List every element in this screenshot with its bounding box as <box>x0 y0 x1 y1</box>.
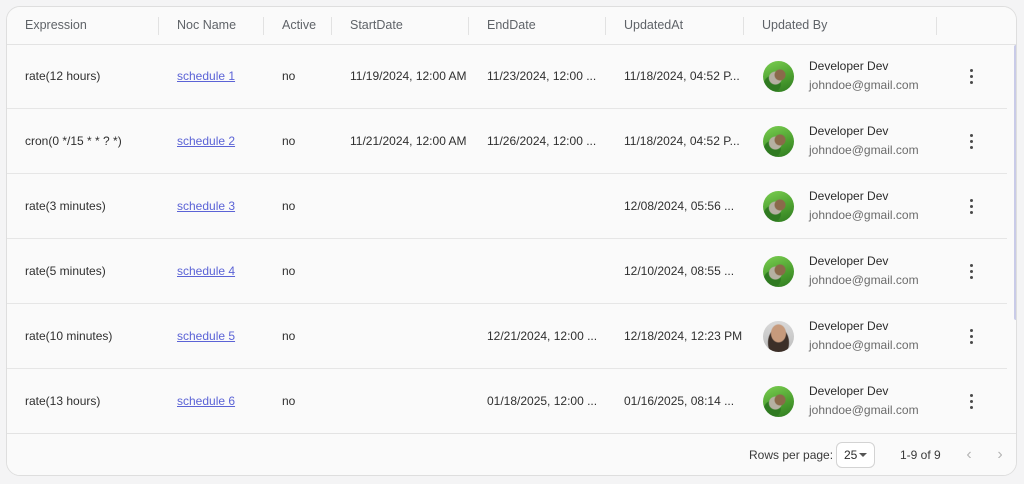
start-date-cell <box>332 174 469 238</box>
avatar <box>763 126 794 157</box>
schedule-link[interactable]: schedule 3 <box>177 199 235 213</box>
column-header-updated-by[interactable]: Updated By <box>744 7 937 44</box>
end-date-cell: 11/23/2024, 12:00 ... <box>487 69 597 83</box>
end-date-cell: 01/18/2025, 12:00 ... <box>487 394 598 408</box>
active-cell: no <box>282 69 296 83</box>
schedule-link[interactable]: schedule 6 <box>177 394 235 408</box>
user-name: Developer Dev <box>809 254 889 268</box>
avatar <box>763 61 794 92</box>
user-name: Developer Dev <box>809 189 889 203</box>
end-date-cell: 11/26/2024, 12:00 ... <box>487 134 597 148</box>
column-header-noc-name[interactable]: Noc Name <box>159 7 264 44</box>
more-actions-icon[interactable] <box>963 130 979 152</box>
expression-cell: rate(5 minutes) <box>25 264 106 278</box>
user-name: Developer Dev <box>809 384 889 398</box>
expression-cell: rate(12 hours) <box>25 69 101 83</box>
caret-down-icon <box>859 453 867 457</box>
schedule-link[interactable]: schedule 4 <box>177 264 235 278</box>
schedule-link[interactable]: schedule 1 <box>177 69 235 83</box>
user-email: johndoe@gmail.com <box>809 78 919 92</box>
updated-at-cell: 12/10/2024, 08:55 ... <box>624 264 735 278</box>
avatar <box>763 256 794 287</box>
avatar <box>763 191 794 222</box>
column-header-expression[interactable]: Expression <box>7 7 159 44</box>
more-actions-icon[interactable] <box>963 390 979 412</box>
updated-at-cell: 11/18/2024, 04:52 P... <box>624 69 740 83</box>
active-cell: no <box>282 199 296 213</box>
noc-name-cell: schedule 3 <box>159 174 264 238</box>
expression-cell: rate(13 hours) <box>25 394 101 408</box>
rows-per-page-label: Rows per page: <box>749 448 834 462</box>
schedule-link[interactable]: schedule 2 <box>177 134 235 148</box>
updated-at-cell: 12/18/2024, 12:23 PM <box>624 329 743 343</box>
updated-at-cell: 11/18/2024, 04:52 P... <box>624 134 740 148</box>
more-actions-icon[interactable] <box>963 325 979 347</box>
table-row[interactable]: rate(10 minutes) schedule 5 no 12/21/202… <box>7 304 1007 369</box>
expression-cell: rate(10 minutes) <box>25 329 113 343</box>
start-date-cell <box>332 239 469 303</box>
column-header-start-date[interactable]: StartDate <box>332 7 469 44</box>
expression-cell: rate(3 minutes) <box>25 199 106 213</box>
end-date-cell: 12/21/2024, 12:00 ... <box>487 329 598 343</box>
vertical-scrollbar[interactable] <box>1014 45 1016 320</box>
user-name: Developer Dev <box>809 319 889 333</box>
user-email: johndoe@gmail.com <box>809 208 919 222</box>
noc-name-cell: schedule 4 <box>159 239 264 303</box>
start-date-cell: 11/21/2024, 12:00 AM <box>350 134 467 148</box>
schedules-table-card: Expression Noc Name Active StartDate End… <box>6 6 1017 476</box>
more-actions-icon[interactable] <box>963 260 979 282</box>
start-date-cell <box>332 369 469 433</box>
noc-name-cell: schedule 1 <box>159 44 264 108</box>
table-pagination: Rows per page: 25 1-9 of 9 ‹ › <box>7 433 1016 475</box>
table-row[interactable]: cron(0 */15 * * ? *) schedule 2 no 11/21… <box>7 109 1007 174</box>
table-body: rate(12 hours) schedule 1 no 11/19/2024,… <box>7 44 1016 433</box>
column-header-updated-at[interactable]: UpdatedAt <box>606 7 744 44</box>
active-cell: no <box>282 394 296 408</box>
user-name: Developer Dev <box>809 59 889 73</box>
user-name: Developer Dev <box>809 124 889 138</box>
pagination-range: 1-9 of 9 <box>900 448 941 462</box>
active-cell: no <box>282 264 296 278</box>
avatar <box>763 386 794 417</box>
noc-name-cell: schedule 6 <box>159 369 264 433</box>
start-date-cell <box>332 304 469 368</box>
user-email: johndoe@gmail.com <box>809 143 919 157</box>
more-actions-icon[interactable] <box>963 195 979 217</box>
active-cell: no <box>282 329 296 343</box>
schedule-link[interactable]: schedule 5 <box>177 329 235 343</box>
start-date-cell: 11/19/2024, 12:00 AM <box>350 69 467 83</box>
updated-at-cell: 12/08/2024, 05:56 ... <box>624 199 735 213</box>
user-email: johndoe@gmail.com <box>809 273 919 287</box>
noc-name-cell: schedule 5 <box>159 304 264 368</box>
table-row[interactable]: rate(3 minutes) schedule 3 no 12/08/2024… <box>7 174 1007 239</box>
table-row[interactable]: rate(12 hours) schedule 1 no 11/19/2024,… <box>7 44 1007 109</box>
chevron-left-icon[interactable]: ‹ <box>959 445 979 465</box>
table-row[interactable]: rate(5 minutes) schedule 4 no 12/10/2024… <box>7 239 1007 304</box>
table-header: Expression Noc Name Active StartDate End… <box>7 7 1016 45</box>
active-cell: no <box>282 134 296 148</box>
table-row[interactable]: rate(13 hours) schedule 6 no 01/18/2025,… <box>7 369 1007 433</box>
user-email: johndoe@gmail.com <box>809 403 919 417</box>
column-header-end-date[interactable]: EndDate <box>469 7 606 44</box>
more-actions-icon[interactable] <box>963 65 979 87</box>
noc-name-cell: schedule 2 <box>159 109 264 173</box>
chevron-right-icon[interactable]: › <box>990 445 1010 465</box>
user-email: johndoe@gmail.com <box>809 338 919 352</box>
expression-cell: cron(0 */15 * * ? *) <box>25 134 122 148</box>
avatar <box>763 321 794 352</box>
column-header-active[interactable]: Active <box>264 7 332 44</box>
updated-at-cell: 01/16/2025, 08:14 ... <box>624 394 735 408</box>
column-divider[interactable] <box>936 17 937 35</box>
rows-per-page-value: 25 <box>844 448 858 462</box>
rows-per-page-select[interactable]: 25 <box>836 442 875 468</box>
end-date-cell <box>469 239 606 303</box>
end-date-cell <box>469 174 606 238</box>
